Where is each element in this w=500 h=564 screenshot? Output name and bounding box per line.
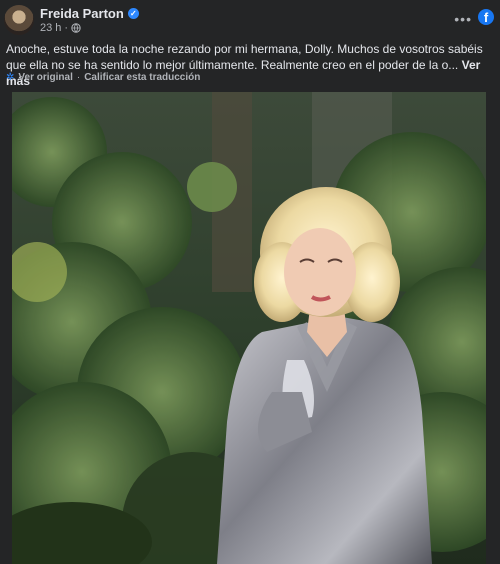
author-name[interactable]: Freida Parton — [40, 6, 124, 21]
meta-separator: · — [64, 22, 69, 34]
avatar[interactable] — [4, 5, 34, 35]
more-options-icon[interactable]: ••• — [454, 11, 472, 27]
rate-translation-link[interactable]: Calificar esta traducción — [84, 72, 200, 83]
timestamp[interactable]: 23 h — [40, 22, 61, 34]
view-original-link[interactable]: Ver original — [18, 72, 72, 83]
author-block: Freida Parton ✓ — [40, 6, 139, 21]
post-body: Anoche, estuve toda la noche rezando por… — [6, 42, 483, 72]
post-meta: 23 h · — [40, 22, 81, 34]
post-photo[interactable] — [12, 92, 486, 564]
verified-badge-icon: ✓ — [127, 8, 139, 19]
translation-separator: · — [76, 72, 81, 83]
globe-icon — [71, 23, 81, 33]
post-header: Freida Parton ✓ 23 h · ••• f — [0, 0, 500, 40]
facebook-icon: f — [478, 9, 494, 25]
translation-bar: ✲ Ver original · Calificar esta traducci… — [6, 72, 200, 83]
facebook-post: Freida Parton ✓ 23 h · ••• f Anoche, est… — [0, 0, 500, 564]
photo-illustration — [12, 92, 486, 564]
translate-gear-icon: ✲ — [6, 72, 15, 83]
